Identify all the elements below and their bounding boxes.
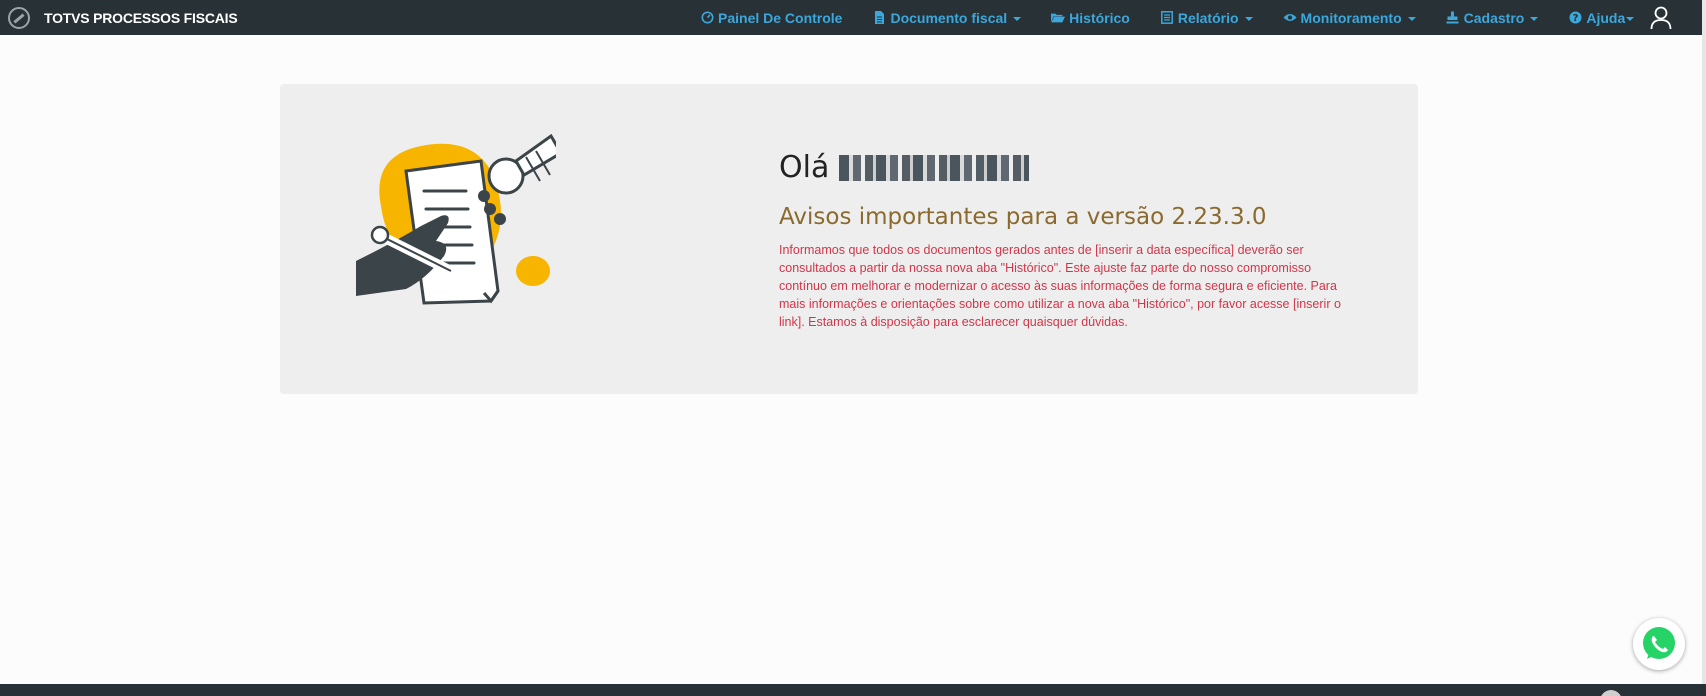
nav-item-cadastro[interactable]: Cadastro	[1446, 10, 1539, 26]
user-icon	[1650, 6, 1672, 30]
nav-item-historico[interactable]: Histórico	[1051, 10, 1130, 26]
eye-icon	[1283, 11, 1297, 25]
nav-label: Cadastro	[1463, 9, 1525, 26]
nav-item-painel-de-controle[interactable]: Painel De Controle	[700, 10, 842, 26]
nav-item-relatorio[interactable]: Relatório	[1160, 10, 1253, 26]
folder-open-icon	[1051, 11, 1066, 25]
nav-label: Histórico	[1069, 9, 1130, 26]
report-icon	[1160, 11, 1174, 25]
notice-title: Avisos importantes para a versão 2.23.3.…	[779, 204, 1267, 230]
help-icon: ?	[1568, 11, 1582, 25]
redacted-user-name	[839, 154, 1030, 181]
whatsapp-button[interactable]	[1633, 618, 1685, 670]
chevron-down-icon	[1626, 16, 1635, 21]
user-menu-button[interactable]	[1650, 6, 1672, 30]
chevron-down-icon	[1530, 16, 1539, 21]
document-signing-illustration	[356, 133, 556, 305]
chevron-down-icon	[1013, 16, 1022, 21]
brand[interactable]: TOTVS PROCESSOS FISCAIS	[0, 0, 238, 35]
nav-item-documento-fiscal[interactable]: Documento fiscal	[872, 9, 1022, 26]
chevron-down-icon	[1407, 16, 1416, 21]
nav-label: Relatório	[1177, 9, 1239, 26]
nav-label: Painel De Controle	[718, 9, 843, 26]
stamp-icon	[1446, 11, 1460, 25]
main-nav: Painel De Controle Documento fiscal Hist…	[700, 0, 1664, 35]
welcome-panel: Olá Avisos importantes para a versão 2.2…	[280, 84, 1418, 394]
nav-label: Ajuda	[1586, 9, 1626, 26]
svg-text:?: ?	[1572, 13, 1578, 24]
chevron-down-icon	[1244, 16, 1253, 21]
nav-item-ajuda[interactable]: ? Ajuda	[1568, 9, 1635, 26]
greeting-text: Olá	[779, 150, 830, 185]
dashboard-icon	[700, 11, 714, 25]
top-navbar: TOTVS PROCESSOS FISCAIS Painel De Contro…	[0, 0, 1706, 35]
vertical-scrollbar[interactable]	[1702, 0, 1706, 684]
whatsapp-icon	[1643, 627, 1675, 659]
nav-label: Documento fiscal	[890, 9, 1008, 26]
app-title: TOTVS PROCESSOS FISCAIS	[44, 9, 238, 26]
nav-label: Monitoramento	[1300, 9, 1402, 26]
document-icon	[872, 11, 886, 25]
notice-body: Informamos que todos os documentos gerad…	[779, 243, 1341, 329]
footer-bar	[0, 684, 1706, 696]
nav-item-monitoramento[interactable]: Monitoramento	[1283, 10, 1416, 26]
greeting: Olá	[779, 150, 1030, 185]
logo-icon	[8, 6, 30, 29]
